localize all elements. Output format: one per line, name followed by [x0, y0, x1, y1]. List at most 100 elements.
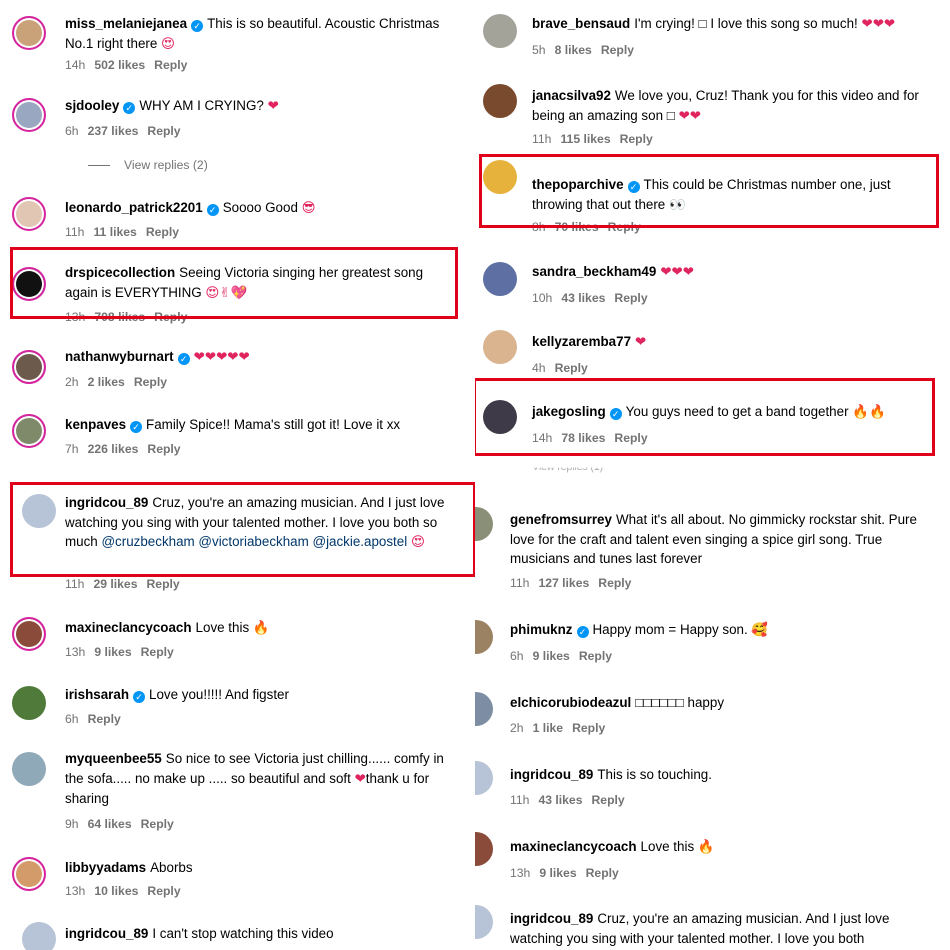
comment-time: 9h: [65, 817, 79, 831]
avatar[interactable]: [12, 350, 46, 384]
likes-count[interactable]: 502 likes: [94, 58, 145, 72]
likes-count[interactable]: 237 likes: [88, 124, 139, 138]
avatar[interactable]: [483, 14, 517, 48]
reply-button[interactable]: Reply: [147, 124, 180, 138]
username-link[interactable]: maxineclancycoach: [510, 839, 637, 854]
avatar[interactable]: [12, 857, 46, 891]
comment-emoji: 🔥: [697, 840, 715, 855]
highlight-box: [475, 378, 935, 456]
username-link[interactable]: brave_bensaud: [532, 16, 630, 31]
reply-button[interactable]: Reply: [141, 817, 174, 831]
reply-button[interactable]: Reply: [147, 442, 180, 456]
reply-button[interactable]: Reply: [134, 375, 167, 389]
username-link[interactable]: nathanwyburnart: [65, 349, 174, 364]
likes-count[interactable]: 43 likes: [561, 291, 605, 305]
avatar[interactable]: [475, 620, 493, 654]
reply-button[interactable]: Reply: [586, 866, 619, 880]
reply-button[interactable]: Reply: [154, 58, 187, 72]
likes-count[interactable]: 43 likes: [538, 793, 582, 807]
avatar[interactable]: [12, 414, 46, 448]
view-replies-line: [88, 165, 110, 167]
avatar[interactable]: [475, 905, 493, 939]
avatar[interactable]: [12, 752, 46, 786]
likes-count[interactable]: 11 likes: [93, 225, 136, 239]
avatar[interactable]: [483, 84, 517, 118]
username-link[interactable]: sandra_beckham49: [532, 264, 656, 279]
username-link[interactable]: ingridcou_89: [510, 767, 593, 782]
username-link[interactable]: irishsarah: [65, 687, 129, 702]
likes-count[interactable]: 115 likes: [560, 132, 610, 146]
reply-button[interactable]: Reply: [592, 793, 625, 807]
comment-emoji: ❤: [267, 99, 279, 114]
likes-count[interactable]: 127 likes: [538, 576, 589, 590]
username-link[interactable]: sjdooley: [65, 98, 119, 113]
avatar[interactable]: [475, 761, 493, 795]
avatar[interactable]: [475, 832, 493, 866]
comment-meta: 13h 9 likes Reply: [65, 645, 174, 659]
reply-button[interactable]: Reply: [598, 576, 631, 590]
avatar[interactable]: [12, 98, 46, 132]
reply-button[interactable]: Reply: [601, 43, 634, 57]
likes-count[interactable]: 64 likes: [88, 817, 132, 831]
likes-count[interactable]: 9 likes: [94, 645, 131, 659]
avatar[interactable]: [12, 16, 46, 50]
comment-time: 6h: [65, 712, 79, 726]
comment-meta: 5h 8 likes Reply: [532, 43, 634, 57]
avatar[interactable]: [483, 330, 517, 364]
avatar[interactable]: [483, 262, 517, 296]
username-link[interactable]: genefromsurrey: [510, 512, 612, 527]
view-replies-label[interactable]: View replies (2): [124, 158, 208, 172]
avatar[interactable]: [475, 507, 493, 541]
comment-time: 6h: [510, 649, 524, 663]
comment-emoji: ❤❤❤❤❤: [193, 350, 250, 365]
avatar[interactable]: [22, 922, 56, 950]
avatar[interactable]: [12, 617, 46, 651]
likes-count[interactable]: 1 like: [533, 721, 564, 735]
reply-button[interactable]: Reply: [614, 291, 647, 305]
reply-button[interactable]: Reply: [147, 884, 180, 898]
likes-count[interactable]: 2 likes: [88, 375, 125, 389]
comment-body: I'm crying! □ I love this song so much!: [634, 16, 862, 31]
likes-count[interactable]: 226 likes: [88, 442, 139, 456]
reply-button[interactable]: Reply: [147, 577, 180, 591]
reply-button[interactable]: Reply: [620, 132, 653, 146]
username-link[interactable]: phimuknz: [510, 622, 573, 637]
avatar[interactable]: [12, 686, 46, 720]
username-link[interactable]: maxineclancycoach: [65, 620, 192, 635]
username-link[interactable]: miss_melaniejanea: [65, 16, 187, 31]
username-link[interactable]: ingridcou_89: [65, 926, 148, 941]
username-link[interactable]: elchicorubiodeazul: [510, 695, 631, 710]
reply-button[interactable]: Reply: [579, 649, 612, 663]
comment-emoji: 😍: [161, 36, 175, 52]
reply-button[interactable]: Reply: [88, 712, 121, 726]
comment-body: I can't stop watching this video: [152, 926, 334, 941]
likes-count[interactable]: 10 likes: [94, 884, 138, 898]
reply-button[interactable]: Reply: [146, 225, 179, 239]
username-link[interactable]: ingridcou_89: [510, 911, 593, 926]
username-link[interactable]: janacsilva92: [532, 88, 611, 103]
comment-meta: 10h 43 likes Reply: [532, 291, 648, 305]
verified-badge-icon: ✓: [206, 204, 219, 216]
username-link[interactable]: leonardo_patrick2201: [65, 200, 203, 215]
comment-text: sjdooley ✓ WHY AM I CRYING? ❤: [65, 96, 455, 117]
reply-button[interactable]: Reply: [555, 361, 588, 375]
likes-count[interactable]: 8 likes: [555, 43, 592, 57]
username-link[interactable]: libbyyadams: [65, 860, 146, 875]
username-link[interactable]: kellyzaremba77: [532, 334, 631, 349]
likes-count[interactable]: 29 likes: [93, 577, 137, 591]
reply-button[interactable]: Reply: [572, 721, 605, 735]
avatar[interactable]: [475, 692, 493, 726]
highlight-box: [479, 154, 939, 228]
comment-time: 11h: [510, 576, 530, 590]
view-replies-button[interactable]: View replies (2): [88, 158, 208, 172]
username-link[interactable]: myqueenbee55: [65, 751, 162, 766]
comment-time: 2h: [65, 375, 79, 389]
comment-meta: 6h 9 likes Reply: [510, 649, 612, 663]
username-link[interactable]: kenpaves: [65, 417, 126, 432]
comment-text: phimuknz ✓ Happy mom = Happy son. 🥰: [510, 620, 940, 641]
likes-count[interactable]: 9 likes: [533, 649, 570, 663]
likes-count[interactable]: 9 likes: [539, 866, 576, 880]
avatar[interactable]: [12, 197, 46, 231]
reply-button[interactable]: Reply: [141, 645, 174, 659]
comment-text: ingridcou_89 This is so touching.: [510, 765, 940, 785]
